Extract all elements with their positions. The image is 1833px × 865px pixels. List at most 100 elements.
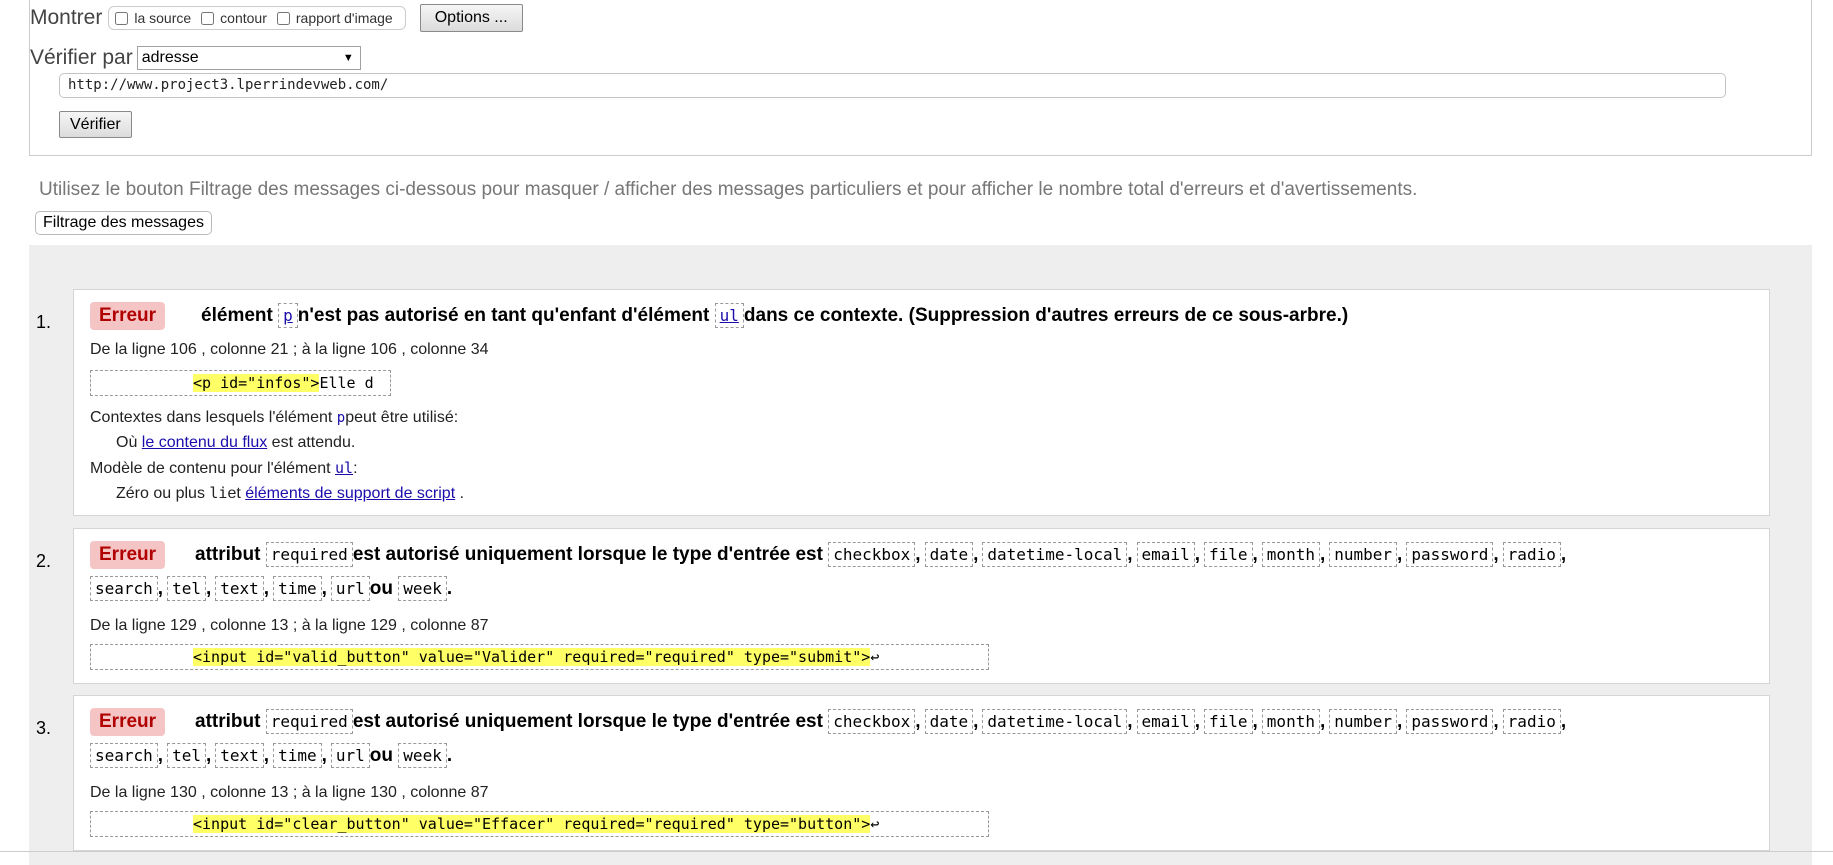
check-by-row: Vérifier par adresse ▼	[30, 46, 361, 70]
extract-rest: ↩	[870, 648, 880, 666]
type-code: datetime-local	[982, 709, 1128, 734]
message-number: 2.	[36, 551, 52, 571]
outline-checkbox[interactable]	[201, 11, 215, 25]
element-link[interactable]: ul	[720, 306, 739, 325]
msg-text: n'est pas autorisé en tant qu'enfant d'é…	[297, 305, 710, 326]
msg-text: dans ce contexte. (Suppression d'autres …	[743, 305, 1349, 326]
attribute-code: required	[265, 542, 353, 567]
comma-text: ,	[1319, 544, 1326, 565]
comma-text: ,	[321, 578, 327, 599]
comma-text: ,	[1194, 711, 1200, 732]
and-text: et	[227, 485, 241, 502]
where-suffix: est attendu.	[271, 434, 356, 451]
extract-rest: Elle d	[319, 374, 374, 392]
type-code: url	[330, 743, 370, 768]
image-report-option[interactable]: rapport d'image	[275, 10, 393, 26]
type-code: number	[1329, 542, 1398, 567]
element-code: ul	[714, 303, 744, 328]
error-badge: Erreur	[90, 302, 166, 330]
type-code: tel	[167, 743, 206, 768]
comma-text: ,	[157, 745, 164, 766]
show-options-group: la source contour rapport d'image	[108, 6, 406, 30]
filter-hint: Utilisez le bouton Filtrage des messages…	[39, 179, 1418, 200]
comma-text: ,	[1397, 711, 1403, 732]
message-filter-button[interactable]: Filtrage des messages	[35, 211, 212, 235]
flow-content-link[interactable]: le contenu du flux	[142, 434, 267, 451]
comma-text: ,	[1319, 711, 1326, 732]
extract-highlight: <p id="infos">	[193, 374, 320, 392]
type-code: radio	[1502, 542, 1561, 567]
li-code: li	[209, 484, 228, 502]
check-by-value: adresse	[141, 49, 199, 66]
message-text-cont: search, tel, text, time, url ou week.	[90, 743, 453, 768]
msg-text: attribut	[195, 544, 261, 565]
element-code: p	[278, 303, 298, 328]
location-text: De la ligne 129 , colonne 13 ; à la lign…	[90, 617, 489, 634]
check-by-select[interactable]: adresse ▼	[136, 46, 361, 70]
code-extract: <input id="valid_button" value="Valider"…	[90, 644, 989, 670]
where-label: Où	[116, 434, 138, 451]
comma-text: ,	[263, 578, 270, 599]
message-text: Erreur élément p n'est pas autorisé en tan…	[90, 302, 1348, 330]
comma-text: ,	[1493, 544, 1499, 565]
image-report-checkbox[interactable]	[276, 11, 290, 25]
script-support-link[interactable]: éléments de support de script	[245, 485, 455, 502]
model-text: Modèle de contenu pour l'élément ul:	[90, 459, 358, 478]
type-code: week	[398, 743, 447, 768]
type-code: number	[1329, 709, 1398, 734]
type-list: checkbox, date, datetime-local, email, file,…	[828, 542, 1570, 567]
image-report-option-label: rapport d'image	[295, 10, 393, 26]
type-code: email	[1136, 542, 1195, 567]
bottom-divider	[0, 851, 1833, 852]
model-label: Modèle de contenu pour l'élément	[90, 460, 331, 477]
type-code: url	[330, 576, 370, 601]
extract-highlight: <input id="valid_button" value="Valider"…	[193, 648, 871, 666]
extract-highlight: <input id="clear_button" value="Effacer"…	[193, 815, 871, 833]
msg-text: élément	[201, 305, 273, 326]
period-text: .	[446, 745, 453, 766]
zero-or-more-text: Zéro ou plus liet éléments de support de…	[116, 484, 464, 503]
error-badge: Erreur	[90, 708, 166, 736]
source-option[interactable]: la source	[113, 10, 191, 26]
msg-text: attribut	[195, 711, 261, 732]
code-extract: <input id="clear_button" value="Effacer"…	[90, 811, 989, 837]
options-button[interactable]: Options ...	[419, 4, 523, 32]
element-link[interactable]: p	[283, 306, 293, 325]
source-checkbox[interactable]	[115, 11, 129, 25]
location-text: De la ligne 106 , colonne 21 ; à la lign…	[90, 341, 489, 358]
message-item: 3. Erreur attribut required est autorisé u…	[36, 695, 1770, 851]
verify-button[interactable]: Vérifier	[59, 111, 132, 138]
type-code: checkbox	[828, 542, 916, 567]
comma-text: ,	[1252, 544, 1258, 565]
comma-text: ,	[915, 711, 921, 732]
comma-text: ,	[973, 544, 979, 565]
url-input[interactable]: http://www.project3.lperrindevweb.com/	[59, 73, 1726, 98]
code-extract: <p id="infos">Elle d	[90, 370, 391, 396]
type-code: time	[273, 743, 322, 768]
type-code: month	[1261, 709, 1320, 734]
attribute-code: required	[265, 709, 353, 734]
comma-text: ,	[263, 745, 270, 766]
type-list: checkbox, date, datetime-local, email, file,…	[828, 709, 1570, 734]
msg-text: est autorisé uniquement lorsque le type …	[352, 711, 823, 732]
check-by-label: Vérifier par	[30, 46, 133, 69]
type-code: checkbox	[828, 709, 916, 734]
type-code: date	[924, 542, 974, 567]
or-text: ou	[369, 578, 394, 599]
comma-text: ,	[1252, 711, 1258, 732]
type-code: file	[1203, 542, 1253, 567]
message-item: 2. Erreur attribut required est autorisé u…	[36, 528, 1770, 684]
comma-text: ,	[205, 578, 212, 599]
element-link[interactable]: p	[337, 410, 345, 426]
comma-text: ,	[1397, 544, 1403, 565]
comma-text: ,	[205, 745, 212, 766]
message-item: 1. Erreur élément p n'est pas autorisé en …	[36, 289, 1770, 516]
source-option-label: la source	[134, 10, 192, 26]
outline-option[interactable]: contour	[199, 10, 267, 26]
extract-rest: ↩	[870, 815, 880, 833]
ctx-text: Contextes dans lesquels l'élément	[90, 409, 333, 426]
type-code: password	[1406, 709, 1494, 734]
element-link[interactable]: ul	[335, 459, 353, 477]
type-code: search	[90, 576, 158, 601]
comma-text: ,	[1560, 544, 1567, 565]
